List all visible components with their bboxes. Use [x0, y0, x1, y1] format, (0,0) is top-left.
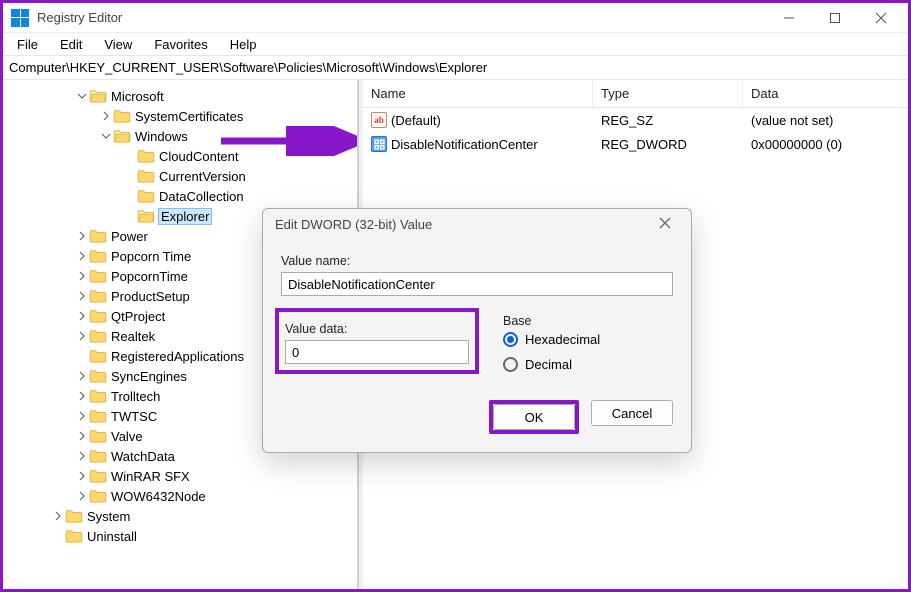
folder-open-icon: [137, 209, 155, 223]
chevron-right-icon[interactable]: [75, 429, 89, 443]
menu-bar: File Edit View Favorites Help: [3, 33, 908, 55]
tree-item-winrarsfx[interactable]: WinRAR SFX: [5, 466, 355, 486]
tree-item-systemcerts[interactable]: SystemCertificates: [5, 106, 355, 126]
folder-icon: [113, 109, 131, 123]
folder-icon: [89, 489, 107, 503]
tree-item-cloudcontent[interactable]: CloudContent: [5, 146, 355, 166]
base-label: Base: [503, 314, 673, 328]
folder-icon: [65, 509, 83, 523]
radio-icon: [503, 332, 518, 347]
value-name: DisableNotificationCenter: [391, 137, 538, 152]
folder-icon: [137, 169, 155, 183]
folder-icon: [89, 289, 107, 303]
folder-icon: [137, 189, 155, 203]
spacer: [51, 529, 65, 543]
folder-open-icon: [89, 89, 107, 103]
folder-icon: [89, 409, 107, 423]
folder-icon: [89, 229, 107, 243]
list-row[interactable]: DisableNotificationCenter REG_DWORD 0x00…: [363, 132, 908, 156]
folder-icon: [137, 149, 155, 163]
list-row[interactable]: ab (Default) REG_SZ (value not set): [363, 108, 908, 132]
chevron-right-icon[interactable]: [75, 409, 89, 423]
maximize-button[interactable]: [812, 3, 858, 32]
edit-dword-dialog: Edit DWORD (32-bit) Value Value name: Va…: [262, 208, 692, 453]
value-name: (Default): [391, 113, 441, 128]
folder-icon: [89, 449, 107, 463]
tree-item-system[interactable]: System: [5, 506, 355, 526]
spacer: [123, 209, 137, 223]
col-type[interactable]: Type: [593, 80, 743, 107]
spacer: [123, 169, 137, 183]
spacer: [123, 149, 137, 163]
menu-view[interactable]: View: [94, 35, 142, 54]
folder-icon: [89, 469, 107, 483]
valuedata-label: Value data:: [285, 322, 469, 336]
folder-icon: [89, 429, 107, 443]
chevron-right-icon[interactable]: [75, 229, 89, 243]
chevron-right-icon[interactable]: [75, 489, 89, 503]
folder-open-icon: [113, 129, 131, 143]
folder-icon: [89, 309, 107, 323]
list-header: Name Type Data: [363, 80, 908, 108]
valuedata-input[interactable]: [285, 340, 469, 364]
chevron-right-icon[interactable]: [75, 469, 89, 483]
radio-icon: [503, 357, 518, 372]
chevron-down-icon[interactable]: [75, 89, 89, 103]
col-name[interactable]: Name: [363, 80, 593, 107]
tree-item-uninstall[interactable]: Uninstall: [5, 526, 355, 546]
tree-item-windows[interactable]: Windows: [5, 126, 355, 146]
close-button[interactable]: [858, 3, 904, 32]
annotation-box: Value data:: [275, 308, 479, 374]
menu-help[interactable]: Help: [220, 35, 267, 54]
folder-icon: [89, 329, 107, 343]
chevron-right-icon[interactable]: [75, 309, 89, 323]
dialog-title: Edit DWORD (32-bit) Value: [275, 217, 432, 232]
folder-icon: [89, 369, 107, 383]
minimize-button[interactable]: [766, 3, 812, 32]
folder-icon: [65, 529, 83, 543]
spacer: [123, 189, 137, 203]
dword-value-icon: [371, 136, 387, 152]
value-type: REG_SZ: [593, 110, 743, 130]
menu-file[interactable]: File: [7, 35, 48, 54]
tree-item-datacollection[interactable]: DataCollection: [5, 186, 355, 206]
value-data: 0x00000000 (0): [743, 134, 908, 154]
menu-favorites[interactable]: Favorites: [144, 35, 217, 54]
dialog-close-button[interactable]: [651, 217, 679, 232]
string-value-icon: ab: [371, 112, 387, 128]
chevron-right-icon[interactable]: [51, 509, 65, 523]
chevron-right-icon[interactable]: [99, 109, 113, 123]
folder-icon: [89, 249, 107, 263]
folder-icon: [89, 269, 107, 283]
chevron-right-icon[interactable]: [75, 269, 89, 283]
radio-hexadecimal[interactable]: Hexadecimal: [503, 332, 673, 347]
value-type: REG_DWORD: [593, 134, 743, 154]
window-title: Registry Editor: [37, 10, 766, 25]
address-bar[interactable]: Computer\HKEY_CURRENT_USER\Software\Poli…: [3, 55, 908, 80]
folder-icon: [89, 349, 107, 363]
chevron-right-icon[interactable]: [75, 389, 89, 403]
chevron-down-icon[interactable]: [99, 129, 113, 143]
tree-item-wow6432[interactable]: WOW6432Node: [5, 486, 355, 506]
spacer: [75, 349, 89, 363]
tree-item-microsoft[interactable]: Microsoft: [5, 86, 355, 106]
title-bar: Registry Editor: [3, 3, 908, 33]
menu-edit[interactable]: Edit: [50, 35, 92, 54]
cancel-button[interactable]: Cancel: [591, 400, 673, 426]
annotation-box: OK: [489, 400, 579, 434]
chevron-right-icon[interactable]: [75, 369, 89, 383]
chevron-right-icon[interactable]: [75, 289, 89, 303]
chevron-right-icon[interactable]: [75, 249, 89, 263]
radio-decimal[interactable]: Decimal: [503, 357, 673, 372]
tree-item-currentversion[interactable]: CurrentVersion: [5, 166, 355, 186]
app-icon: [11, 9, 29, 27]
valuename-input[interactable]: [281, 272, 673, 296]
ok-button[interactable]: OK: [493, 404, 575, 430]
chevron-right-icon[interactable]: [75, 329, 89, 343]
value-data: (value not set): [743, 110, 908, 130]
col-data[interactable]: Data: [743, 80, 908, 107]
valuename-label: Value name:: [281, 254, 673, 268]
chevron-right-icon[interactable]: [75, 449, 89, 463]
folder-icon: [89, 389, 107, 403]
